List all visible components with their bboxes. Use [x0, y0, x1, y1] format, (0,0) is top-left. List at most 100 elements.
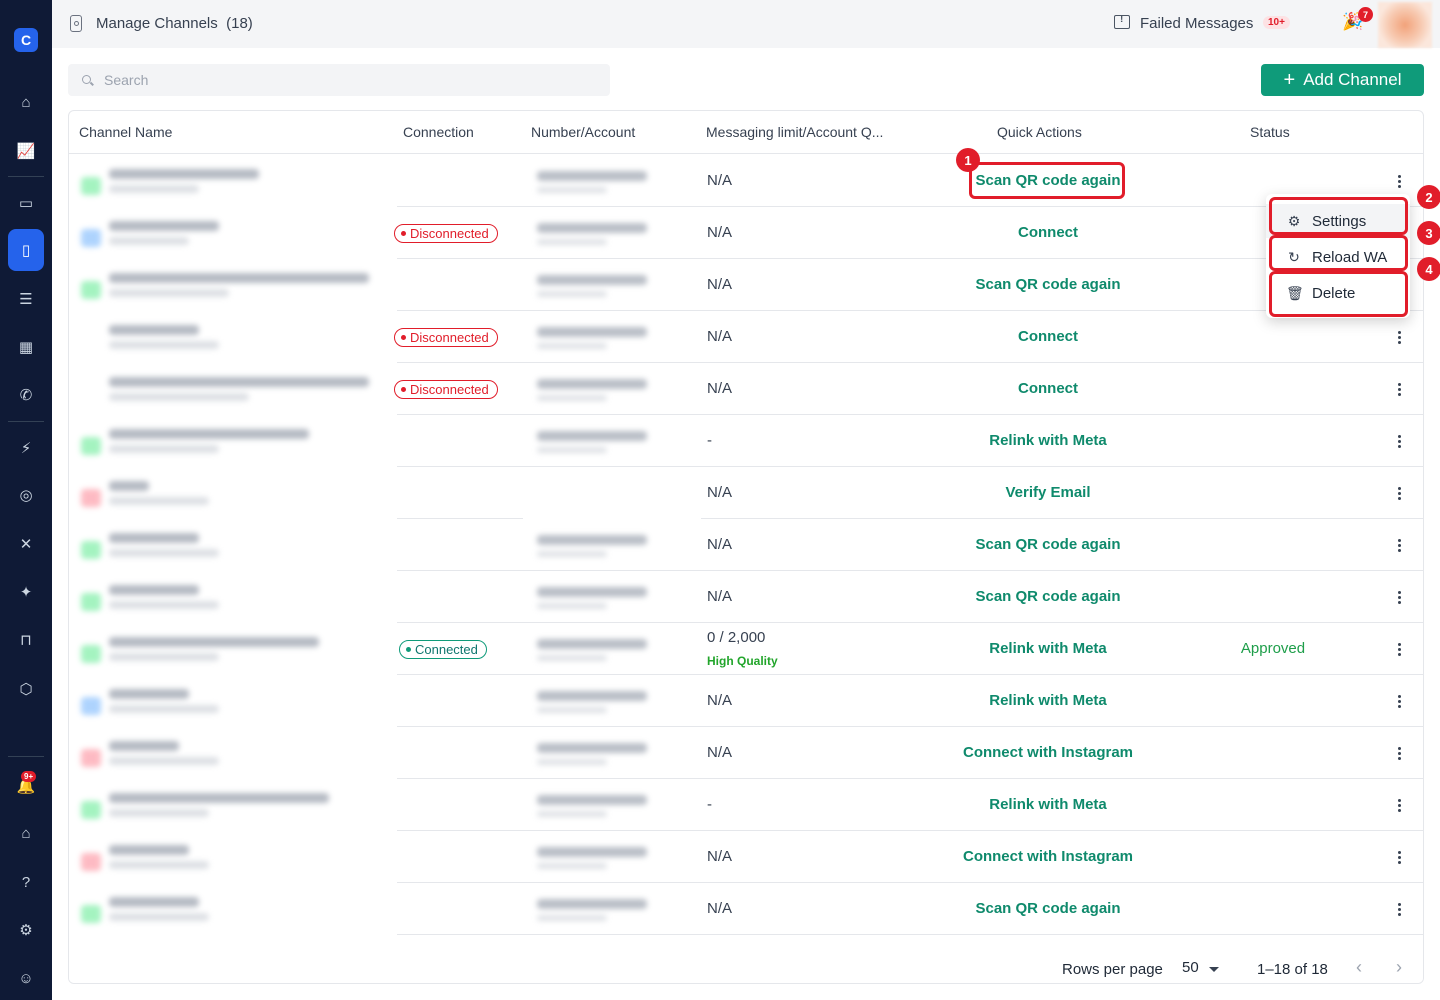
quick-action-link[interactable]: Scan QR code again — [889, 276, 1207, 293]
column-header-messaging-limit[interactable]: Messaging limit/Account Q... — [706, 124, 883, 140]
dot-icon — [1397, 590, 1401, 594]
home-icon[interactable]: ⌂ — [8, 84, 44, 120]
dot-icon — [1397, 444, 1401, 448]
analytics-icon[interactable]: 📈 — [8, 133, 44, 169]
gear-icon[interactable]: ⚙ — [8, 912, 44, 948]
table-row[interactable]: N/A Relink with Meta — [69, 675, 1423, 727]
table-row[interactable]: Connected 0 / 2,000 High Quality Relink wit… — [69, 623, 1423, 675]
failed-messages-link[interactable]: Failed Messages — [1140, 15, 1253, 32]
column-header-quick-actions[interactable]: Quick Actions — [997, 124, 1082, 140]
rows-per-page-select[interactable]: 50 — [1182, 959, 1199, 976]
automation-icon[interactable]: ⚡ — [8, 430, 44, 466]
quick-action-link[interactable]: Connect — [889, 224, 1207, 241]
number-sub-placeholder — [537, 655, 607, 661]
chevron-right-icon[interactable]: › — [1396, 957, 1402, 978]
more-vert-icon[interactable] — [1389, 169, 1409, 193]
channel-type-icon — [81, 749, 101, 767]
connection-status-badge: Disconnected — [394, 224, 498, 243]
table-row[interactable]: N/A Scan QR code again — [69, 259, 1423, 311]
annotation-marker-2: 2 — [1417, 185, 1440, 209]
chevron-down-icon[interactable] — [1209, 967, 1219, 972]
number-redacted — [533, 167, 683, 197]
column-header-connection[interactable]: Connection — [403, 124, 474, 140]
number-redacted — [533, 583, 683, 613]
more-vert-icon[interactable] — [1389, 429, 1409, 453]
bag-icon[interactable]: ⊓ — [8, 622, 44, 658]
more-vert-icon[interactable] — [1389, 793, 1409, 817]
column-header-channel-name[interactable]: Channel Name — [79, 124, 172, 140]
quick-action-link[interactable]: Verify Email — [889, 484, 1207, 501]
number-redacted — [533, 375, 683, 405]
channel-type-icon — [81, 593, 101, 611]
table-row[interactable]: - Relink with Meta — [69, 779, 1423, 831]
number-placeholder — [537, 275, 647, 285]
table-row[interactable]: N/A Connect with Instagram — [69, 727, 1423, 779]
search-input[interactable] — [104, 70, 594, 90]
quick-action-link[interactable]: Relink with Meta — [889, 692, 1207, 709]
dot-icon — [1397, 756, 1401, 760]
table-row[interactable]: Disconnected N/A Connect — [69, 207, 1423, 259]
avatar[interactable] — [1378, 2, 1432, 48]
academy-icon[interactable]: ⌂ — [8, 815, 44, 851]
table-row[interactable]: Disconnected N/A Connect — [69, 363, 1423, 415]
chevron-left-icon[interactable]: ‹ — [1356, 957, 1362, 978]
search-box — [68, 64, 610, 96]
broadcast-icon[interactable]: ◎ — [8, 477, 44, 513]
table-row[interactable]: Disconnected N/A Connect — [69, 311, 1423, 363]
quick-action-link[interactable]: Connect — [889, 380, 1207, 397]
more-vert-icon[interactable] — [1389, 741, 1409, 765]
quick-action-link[interactable]: Relink with Meta — [889, 640, 1207, 657]
contacts-icon[interactable]: ☰ — [8, 281, 44, 317]
table-row[interactable]: N/A Scan QR code again — [69, 519, 1423, 571]
channel-name-placeholder — [109, 793, 329, 803]
more-vert-icon[interactable] — [1389, 689, 1409, 713]
table-row[interactable]: N/A Scan QR code again — [69, 883, 1423, 935]
more-vert-icon[interactable] — [1389, 585, 1409, 609]
more-vert-icon[interactable] — [1389, 845, 1409, 869]
column-header-status[interactable]: Status — [1250, 124, 1290, 140]
number-redacted — [533, 271, 683, 301]
tools-icon[interactable]: ✕ — [8, 526, 44, 562]
more-vert-icon[interactable] — [1389, 637, 1409, 661]
quick-action-link[interactable]: Connect — [889, 328, 1207, 345]
ai-sparkle-icon[interactable]: ✦ — [8, 574, 44, 610]
more-vert-icon[interactable] — [1389, 325, 1409, 349]
row-divider — [397, 934, 523, 935]
column-header-number[interactable]: Number/Account — [531, 124, 635, 140]
annotation-marker-1: 1 — [956, 148, 980, 172]
more-vert-icon[interactable] — [1389, 897, 1409, 921]
number-placeholder — [537, 535, 647, 545]
connection-status-text: Disconnected — [410, 382, 489, 397]
more-vert-icon[interactable] — [1389, 377, 1409, 401]
quick-action-link[interactable]: Scan QR code again — [889, 588, 1207, 605]
add-channel-button[interactable]: + Add Channel — [1261, 64, 1424, 96]
channel-name-redacted — [79, 737, 389, 771]
table-row[interactable]: N/A Connect with Instagram — [69, 831, 1423, 883]
quick-action-link[interactable]: Scan QR code again — [889, 900, 1207, 917]
channel-name-placeholder — [109, 585, 199, 595]
channels-icon[interactable]: ▯ — [8, 229, 44, 271]
package-icon[interactable]: ⬡ — [8, 671, 44, 707]
quick-action-link[interactable]: Connect with Instagram — [889, 848, 1207, 865]
dot-icon — [1397, 907, 1401, 911]
table-row[interactable]: N/A Verify Email — [69, 467, 1423, 519]
dot-icon — [1397, 912, 1401, 916]
phone-icon[interactable]: ✆ — [8, 377, 44, 413]
inbox-icon[interactable]: ▭ — [8, 185, 44, 221]
connection-status-badge: Disconnected — [394, 380, 498, 399]
table-row[interactable]: - Relink with Meta — [69, 415, 1423, 467]
quick-action-link[interactable]: Scan QR code again — [889, 536, 1207, 553]
app-logo[interactable]: C — [14, 28, 38, 52]
help-icon[interactable]: ? — [8, 864, 44, 900]
quick-action-link[interactable]: Relink with Meta — [889, 796, 1207, 813]
failed-message-icon[interactable] — [1114, 14, 1130, 29]
quick-action-link[interactable]: Relink with Meta — [889, 432, 1207, 449]
table-row[interactable]: N/A Scan QR code again — [69, 155, 1423, 207]
dot-icon — [1397, 652, 1401, 656]
more-vert-icon[interactable] — [1389, 533, 1409, 557]
more-vert-icon[interactable] — [1389, 481, 1409, 505]
user-settings-icon[interactable]: ☺ — [8, 960, 44, 996]
table-row[interactable]: N/A Scan QR code again — [69, 571, 1423, 623]
board-icon[interactable]: ▦ — [8, 329, 44, 365]
quick-action-link[interactable]: Connect with Instagram — [889, 744, 1207, 761]
